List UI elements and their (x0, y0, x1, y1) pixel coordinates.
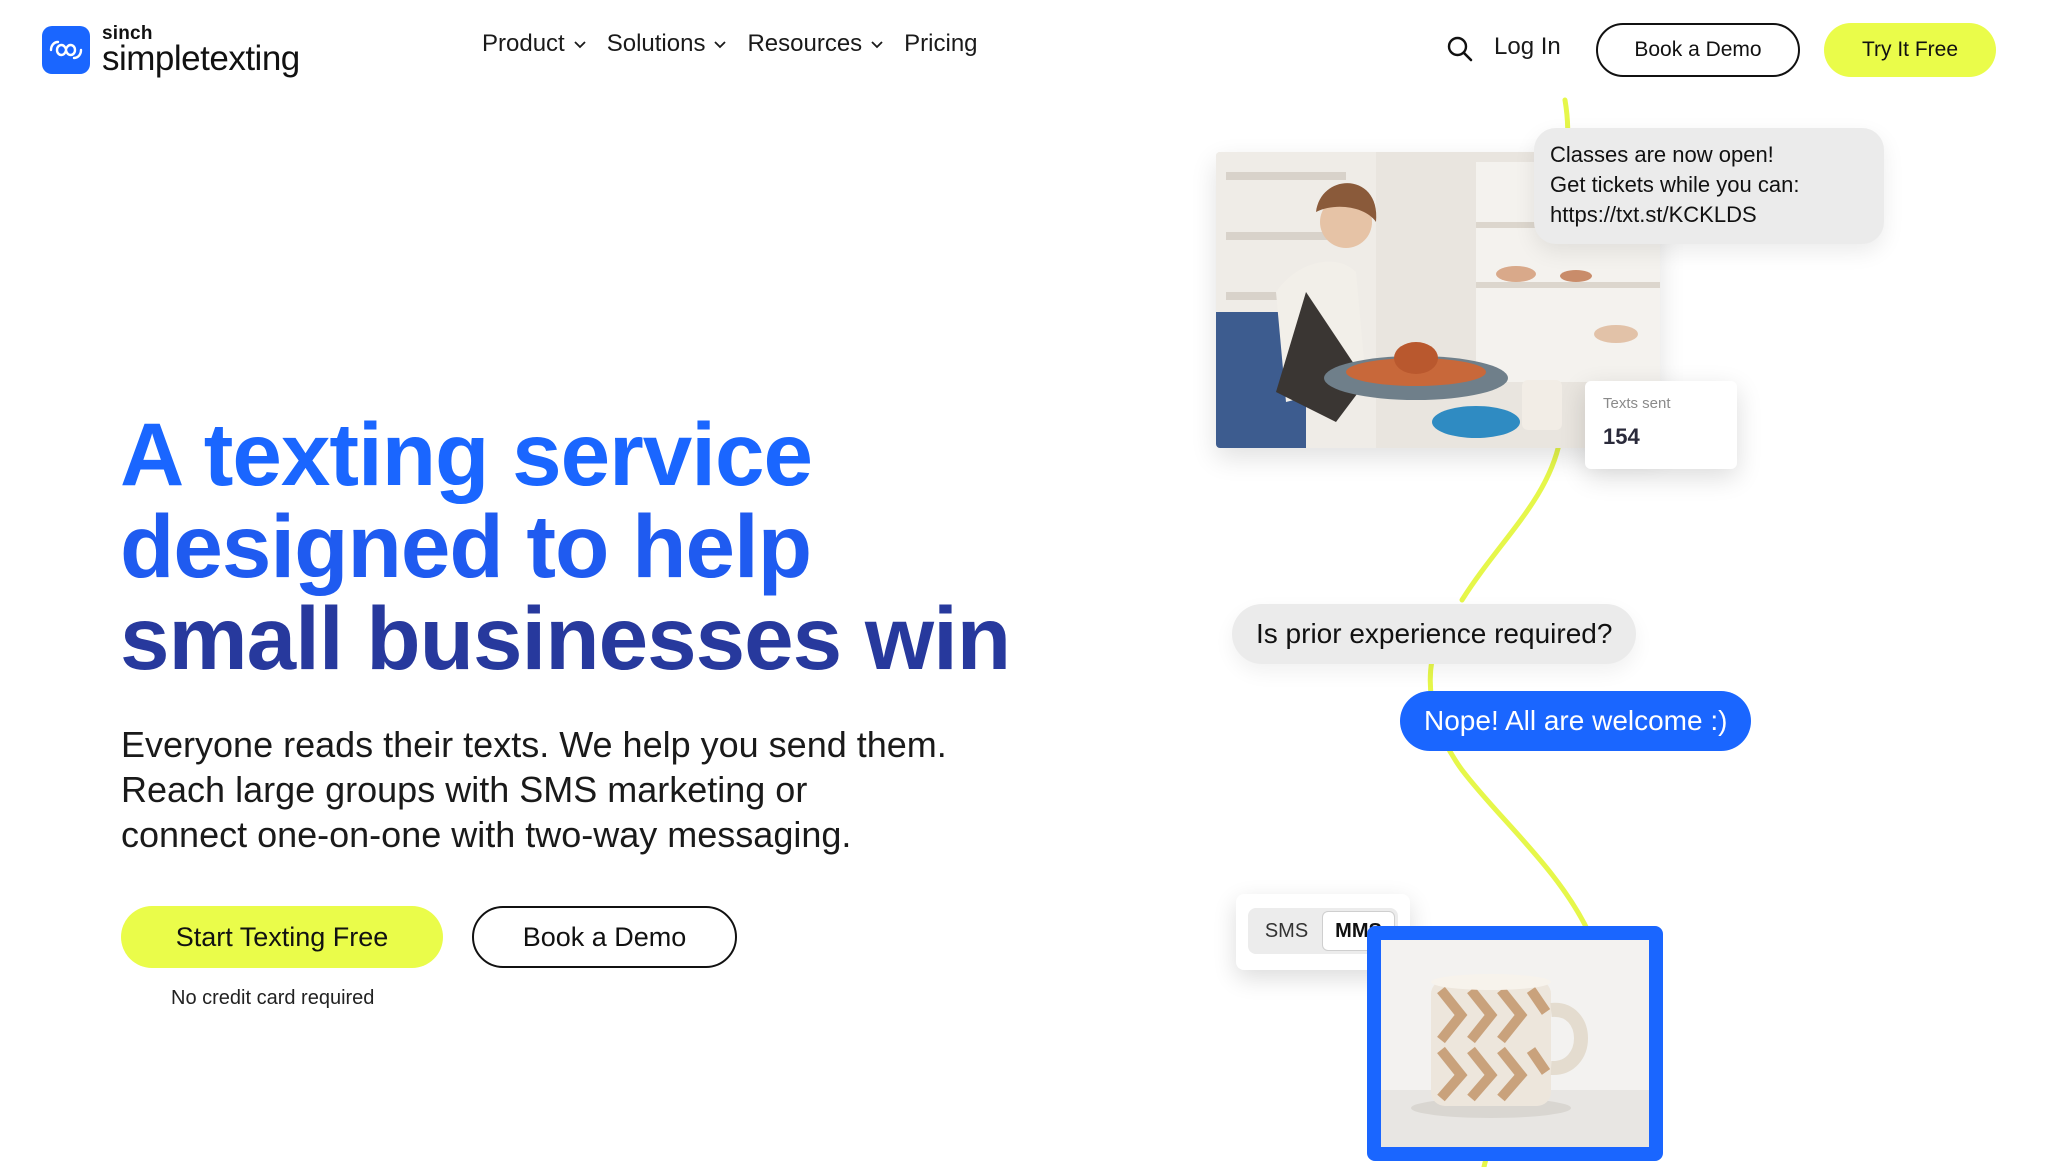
stat-label: Texts sent (1603, 395, 1671, 412)
nav-item-label: Pricing (904, 30, 978, 57)
nav-item-resources[interactable]: Resources (747, 30, 886, 58)
nav-item-label: Resources (747, 30, 863, 57)
headline-line-3: small businesses win (120, 588, 1011, 688)
message-bubble-incoming: Classes are now open! Get tickets while … (1534, 128, 1884, 244)
book-demo-button[interactable]: Book a Demo (1596, 23, 1800, 77)
toggle-option-sms[interactable]: SMS (1251, 911, 1322, 951)
headline-line-2: designed to help (120, 496, 812, 596)
message-bubble-reply: Nope! All are welcome :) (1400, 691, 1752, 751)
subtext-line: Everyone reads their texts. We help you … (121, 724, 947, 765)
nav-item-pricing[interactable]: Pricing (904, 30, 977, 58)
chevron-down-icon (574, 41, 586, 49)
infinity-logo-icon (42, 26, 90, 74)
subtext-line: Reach large groups with SMS marketing or (121, 769, 808, 810)
chevron-down-icon (871, 41, 883, 49)
login-link[interactable]: Log In (1494, 33, 1561, 61)
nav-item-label: Product (482, 30, 565, 57)
search-button[interactable] (1445, 34, 1475, 64)
main-nav: Product Solutions Resources Pricing (482, 30, 978, 58)
subtext-line: connect one-on-one with two-way messagin… (121, 814, 852, 855)
start-texting-button[interactable]: Start Texting Free (121, 906, 443, 968)
brand-logo[interactable]: sinch simpletexting (42, 24, 300, 76)
message-bubble-question: Is prior experience required? (1232, 604, 1637, 664)
nav-item-solutions[interactable]: Solutions (607, 30, 730, 58)
nav-item-label: Solutions (606, 30, 706, 57)
hero-book-demo-button[interactable]: Book a Demo (472, 906, 737, 968)
search-icon (1447, 36, 1473, 62)
mug-photo (1367, 926, 1663, 1161)
hero-subtext: Everyone reads their texts. We help you … (121, 722, 1021, 857)
nav-item-product[interactable]: Product (482, 30, 589, 58)
hero-headline: A texting service designed to help small… (120, 408, 1060, 684)
message-link: https://txt.st/KCKLDS (1550, 202, 1757, 227)
stat-value: 154 (1603, 424, 1640, 449)
no-credit-card-note: No credit card required (171, 987, 375, 1009)
message-line: Classes are now open! (1550, 142, 1774, 167)
chevron-down-icon (714, 41, 727, 49)
message-line: Get tickets while you can: (1550, 172, 1800, 197)
brand-product: simpletexting (102, 39, 300, 78)
headline-line-1: A texting service (120, 404, 813, 504)
try-free-button[interactable]: Try It Free (1824, 23, 1996, 77)
texts-sent-card: Texts sent 154 (1585, 381, 1737, 469)
